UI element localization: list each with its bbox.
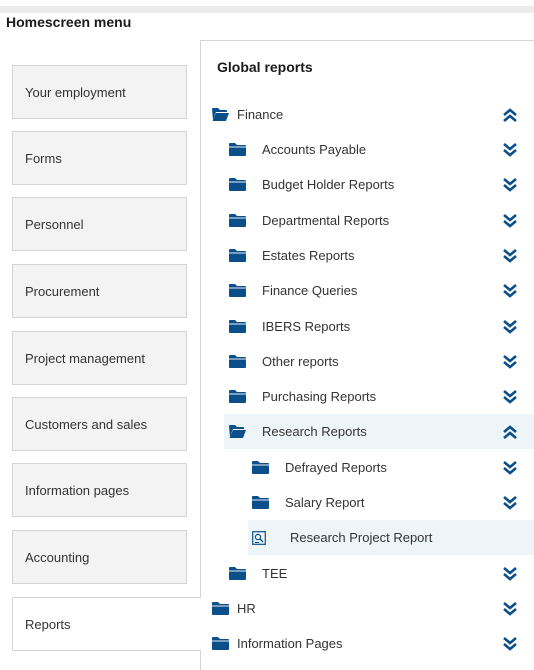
folder-icon xyxy=(252,496,269,509)
menu-item-customers-and-sales[interactable]: Customers and sales xyxy=(12,397,187,451)
report-icon xyxy=(252,531,266,545)
menu-item-label: Personnel xyxy=(25,216,84,232)
menu-item-personnel[interactable]: Personnel xyxy=(12,197,187,251)
tree-node-label: TEE xyxy=(262,566,288,581)
chevron-double-up-icon[interactable] xyxy=(502,425,518,439)
chevron-double-up-icon[interactable] xyxy=(502,108,518,122)
tree-node-budget-holder-reports[interactable]: Budget Holder Reports xyxy=(200,167,534,202)
tree-leaf-research-project-report[interactable]: Research Project Report xyxy=(248,520,534,555)
chevron-double-down-icon[interactable] xyxy=(502,461,518,475)
tree-node-other-reports[interactable]: Other reports xyxy=(200,344,534,379)
tree-node-tee[interactable]: TEE xyxy=(200,556,534,591)
tree-node-label: Accounts Payable xyxy=(262,142,367,157)
tree-node-ibers-reports[interactable]: IBERS Reports xyxy=(200,309,534,344)
folder-icon xyxy=(229,143,246,156)
tree-node-label: Departmental Reports xyxy=(262,213,390,228)
tree-node-label: Other reports xyxy=(262,354,339,369)
chevron-double-down-icon[interactable] xyxy=(502,496,518,510)
folder-icon xyxy=(229,390,246,403)
menu-item-forms[interactable]: Forms xyxy=(12,131,187,185)
tree-node-information-pages[interactable]: Information Pages xyxy=(200,626,534,661)
tree-node-finance-queries[interactable]: Finance Queries xyxy=(200,273,534,308)
tree-node-label: Research Reports xyxy=(262,424,367,439)
menu-item-information-pages[interactable]: Information pages xyxy=(12,463,187,517)
menu-item-accounting[interactable]: Accounting xyxy=(12,530,187,584)
folder-icon xyxy=(252,461,269,474)
page-title: Homescreen menu xyxy=(6,14,132,30)
menu-item-label: Forms xyxy=(25,150,62,166)
menu-item-label: Reports xyxy=(25,616,71,632)
tree-node-accounts-payable[interactable]: Accounts Payable xyxy=(200,132,534,167)
chevron-double-down-icon[interactable] xyxy=(502,178,518,192)
tree-node-label: Budget Holder Reports xyxy=(262,177,395,192)
menu-item-project-management[interactable]: Project management xyxy=(12,331,187,385)
tree-node-label: Purchasing Reports xyxy=(262,389,377,404)
tree-node-estates-reports[interactable]: Estates Reports xyxy=(200,238,534,273)
chevron-double-down-icon[interactable] xyxy=(502,249,518,263)
tree-node-departmental-reports[interactable]: Departmental Reports xyxy=(200,203,534,238)
menu-item-label: Procurement xyxy=(25,283,100,299)
chevron-double-down-icon[interactable] xyxy=(502,284,518,298)
menu-item-procurement[interactable]: Procurement xyxy=(12,264,187,318)
menu-item-label: Project management xyxy=(25,350,145,366)
panel-title: Global reports xyxy=(217,59,313,75)
tree-node-label: Defrayed Reports xyxy=(285,460,387,475)
chevron-double-down-icon[interactable] xyxy=(502,320,518,334)
folder-icon xyxy=(229,355,246,368)
tree-node-label: Finance xyxy=(237,107,284,122)
chevron-double-down-icon[interactable] xyxy=(502,355,518,369)
folder-icon xyxy=(229,320,246,333)
folder-icon xyxy=(229,284,246,297)
folder-icon xyxy=(212,637,229,650)
folder-icon xyxy=(212,602,229,615)
menu-item-label: Information pages xyxy=(25,482,130,498)
chevron-double-down-icon[interactable] xyxy=(502,214,518,228)
tree-node-label: Research Project Report xyxy=(290,530,433,545)
chevron-double-down-icon[interactable] xyxy=(502,143,518,157)
menu-item-label: Accounting xyxy=(25,549,90,565)
tree-node-research-reports[interactable]: Research Reports xyxy=(224,414,534,449)
tree-node-salary-report[interactable]: Salary Report xyxy=(200,485,534,520)
folder-icon xyxy=(229,567,246,580)
tree-node-purchasing-reports[interactable]: Purchasing Reports xyxy=(200,379,534,414)
folder-icon xyxy=(229,214,246,227)
menu-item-reports[interactable]: Reports xyxy=(12,597,201,651)
folder-open-icon xyxy=(229,425,246,438)
chevron-double-down-icon[interactable] xyxy=(502,567,518,581)
tree-node-label: Salary Report xyxy=(285,495,365,510)
tree-node-label: HR xyxy=(237,601,256,616)
menu-item-your-employment[interactable]: Your employment xyxy=(12,65,187,119)
tree-node-label: Finance Queries xyxy=(262,283,358,298)
tree-node-label: Information Pages xyxy=(237,636,343,651)
chevron-double-down-icon[interactable] xyxy=(502,390,518,404)
chevron-double-down-icon[interactable] xyxy=(502,637,518,651)
tree-node-hr[interactable]: HR xyxy=(200,591,534,626)
folder-icon xyxy=(229,178,246,191)
folder-icon xyxy=(229,249,246,262)
top-bar xyxy=(0,6,534,13)
tree-node-defrayed-reports[interactable]: Defrayed Reports xyxy=(200,450,534,485)
tree-node-label: Estates Reports xyxy=(262,248,355,263)
chevron-double-down-icon[interactable] xyxy=(502,602,518,616)
tree-node-finance[interactable]: Finance xyxy=(200,97,534,132)
tree-node-label: IBERS Reports xyxy=(262,319,351,334)
menu-item-label: Customers and sales xyxy=(25,416,148,432)
menu-item-label: Your employment xyxy=(25,84,126,100)
folder-open-icon xyxy=(212,108,229,121)
